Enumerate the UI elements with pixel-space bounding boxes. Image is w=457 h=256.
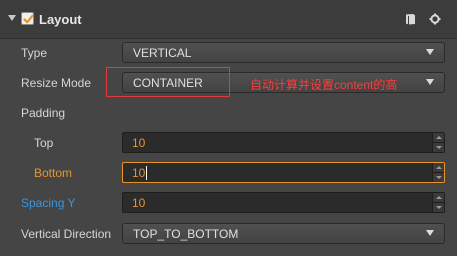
top-input[interactable]: 10 (122, 132, 445, 153)
text-caret (146, 166, 147, 180)
step-up-icon[interactable] (433, 133, 444, 143)
dropdown-arrow-icon (426, 49, 434, 55)
checkmark-icon (23, 14, 34, 24)
type-label: Type (21, 46, 48, 60)
bottom-label: Bottom (34, 166, 73, 180)
step-up-icon[interactable] (433, 163, 444, 173)
step-up-icon[interactable] (433, 193, 444, 203)
vertical-direction-select[interactable]: TOP_TO_BOTTOM (122, 223, 445, 244)
spacing-y-stepper[interactable] (432, 193, 444, 212)
annotation-highlight-box (106, 67, 230, 97)
step-down-icon[interactable] (433, 203, 444, 212)
bottom-input[interactable]: 10 (122, 162, 445, 183)
spacing-y-input[interactable]: 10 (122, 192, 445, 213)
component-title: Layout (39, 12, 82, 27)
resize-mode-label: Resize Mode (21, 76, 92, 90)
top-stepper[interactable] (432, 133, 444, 152)
type-select[interactable]: VERTICAL (122, 42, 445, 63)
gear-icon[interactable] (429, 13, 441, 25)
book-icon[interactable] (405, 13, 416, 25)
spacing-y-value: 10 (132, 196, 146, 210)
spacing-y-label: Spacing Y (21, 196, 76, 210)
vertical-direction-value: TOP_TO_BOTTOM (133, 227, 239, 241)
annotation-text: 自动计算并设置content的高 (250, 78, 398, 92)
type-value: VERTICAL (133, 46, 192, 60)
dropdown-arrow-icon (426, 230, 434, 236)
bottom-stepper[interactable] (432, 163, 444, 182)
enabled-checkbox[interactable] (21, 12, 34, 25)
dropdown-arrow-icon (426, 79, 434, 85)
top-value: 10 (132, 136, 146, 150)
step-down-icon[interactable] (433, 173, 444, 182)
bottom-value: 10 (132, 166, 146, 180)
component-header: Layout (0, 0, 457, 39)
vertical-direction-label: Vertical Direction (21, 227, 112, 241)
step-down-icon[interactable] (433, 143, 444, 152)
collapse-arrow-icon[interactable] (8, 15, 16, 21)
top-label: Top (34, 136, 54, 150)
padding-label: Padding (21, 106, 66, 120)
